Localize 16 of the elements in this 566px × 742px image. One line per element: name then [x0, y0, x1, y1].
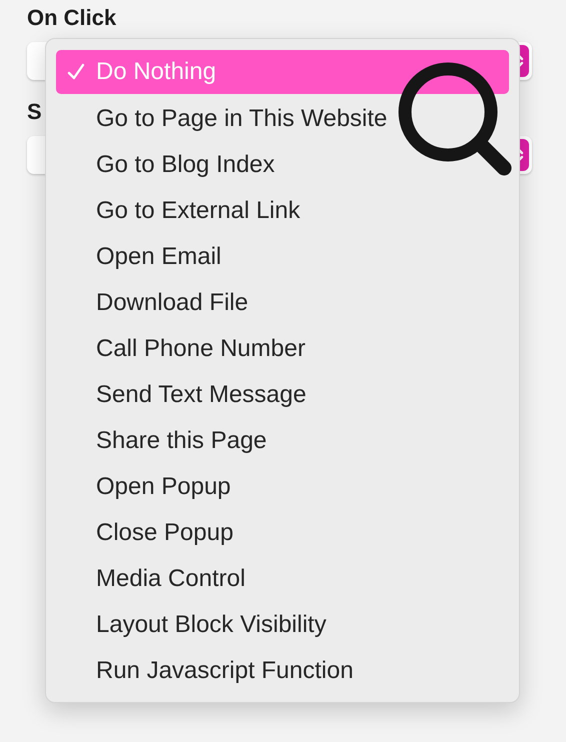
menu-item[interactable]: Download File [56, 280, 509, 326]
field-label: On Click [27, 4, 116, 32]
menu-item[interactable]: Layout Block Visibility [56, 602, 509, 648]
menu-item[interactable]: Go to Page in This Website [56, 96, 509, 142]
field-label: S [27, 98, 42, 126]
menu-item[interactable]: Share this Page [56, 418, 509, 464]
menu-item[interactable]: Media Control [56, 556, 509, 602]
menu-item[interactable]: Run Javascript Function [56, 648, 509, 694]
menu-item[interactable]: Send Text Message [56, 372, 509, 418]
check-icon [66, 62, 86, 82]
menu-item[interactable]: Call Phone Number [56, 326, 509, 372]
menu-item[interactable]: Open Popup [56, 464, 509, 510]
menu-item[interactable]: Go to Blog Index [56, 142, 509, 188]
menu-item[interactable]: Open Email [56, 234, 509, 280]
menu-item[interactable]: Close Popup [56, 510, 509, 556]
menu-item[interactable]: Go to External Link [56, 188, 509, 234]
